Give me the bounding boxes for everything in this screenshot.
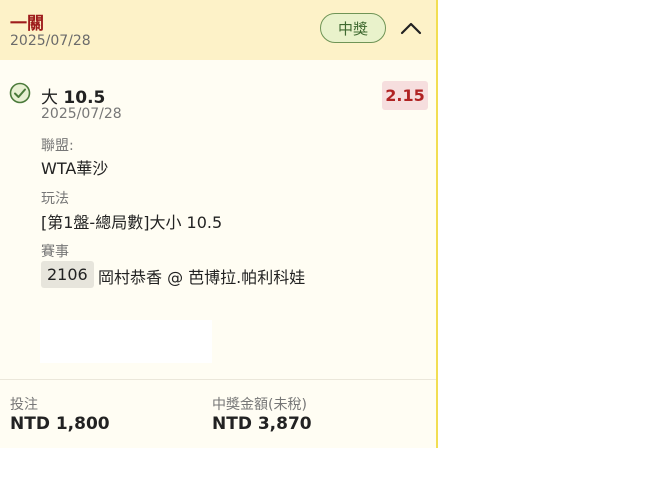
event-label: 賽事 xyxy=(41,244,69,260)
selection-line: 10.5 xyxy=(63,88,106,108)
collapse-button[interactable] xyxy=(396,14,426,42)
chevron-up-icon xyxy=(400,22,422,35)
event-id-badge: 2106 xyxy=(41,261,94,288)
payout-value: NTD 3,870 xyxy=(212,414,312,434)
status-badge: 中獎 xyxy=(320,13,386,43)
bet-card-header[interactable]: 一關 2025/07/28 中獎 xyxy=(0,0,436,60)
market-value: [第1盤-總局數]大小 10.5 xyxy=(41,213,223,232)
blank-panel xyxy=(40,320,212,363)
stake-value: NTD 1,800 xyxy=(10,414,110,434)
check-circle-icon xyxy=(9,82,31,104)
payout-label: 中獎金額(未稅) xyxy=(212,397,307,413)
event-name: 岡村恭香 @ 芭博拉.帕利科娃 xyxy=(98,268,306,287)
bet-date: 2025/07/28 xyxy=(10,33,91,49)
league-value: WTA華沙 xyxy=(41,159,109,178)
divider xyxy=(0,379,436,380)
odds-badge: 2.15 xyxy=(382,81,428,110)
bet-type-title: 一關 xyxy=(10,14,44,34)
selection-date: 2025/07/28 xyxy=(41,106,122,122)
selection-prefix: 大 xyxy=(41,88,58,108)
market-label: 玩法 xyxy=(41,191,69,207)
league-label: 聯盟: xyxy=(41,138,74,154)
selection-name: 大 10.5 xyxy=(41,83,105,108)
stake-label: 投注 xyxy=(10,397,38,413)
bet-card: 一關 2025/07/28 中獎 大 10.5 2025/07/28 2.15 … xyxy=(0,0,438,448)
